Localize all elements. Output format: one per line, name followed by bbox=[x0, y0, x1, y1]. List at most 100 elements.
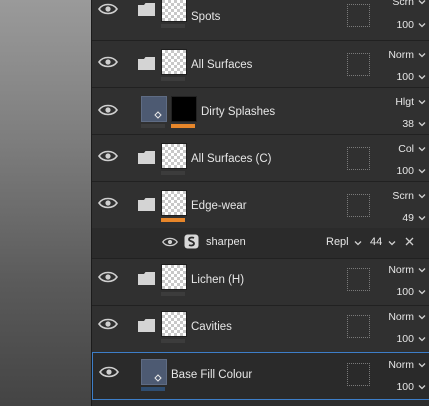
eye-icon[interactable] bbox=[98, 103, 118, 117]
mask-slot[interactable] bbox=[347, 194, 370, 217]
effect-opacity[interactable]: 44 bbox=[370, 236, 382, 248]
chevron-down-icon[interactable] bbox=[388, 239, 396, 247]
folder-icon bbox=[138, 57, 155, 70]
layer-name: Lichen (H) bbox=[191, 274, 245, 286]
opacity-dropdown[interactable]: 100 bbox=[374, 165, 426, 177]
mask-bar bbox=[161, 171, 185, 175]
fill-layer-thumbnail bbox=[141, 359, 167, 385]
mask-slot[interactable] bbox=[347, 363, 370, 386]
mask-slot[interactable] bbox=[347, 147, 370, 170]
chevron-down-icon bbox=[418, 53, 426, 58]
effect-row-sharpen[interactable]: sharpen Repl 44 bbox=[92, 228, 429, 259]
chevron-down-icon bbox=[418, 315, 426, 320]
layer-name: All Surfaces (C) bbox=[191, 153, 272, 165]
effect-name: sharpen bbox=[206, 236, 246, 248]
layer-bar bbox=[141, 124, 165, 128]
chevron-down-icon bbox=[418, 363, 426, 368]
folder-icon bbox=[138, 3, 155, 16]
layer-row-cavities[interactable]: Cavities Norm 100 bbox=[92, 306, 429, 353]
viewport-background bbox=[0, 0, 91, 406]
layer-name: Cavities bbox=[191, 321, 232, 333]
chevron-down-icon bbox=[418, 75, 426, 80]
blend-mode-dropdown[interactable]: Norm bbox=[374, 311, 426, 323]
mask-bar bbox=[161, 292, 185, 296]
mask-bar bbox=[161, 77, 185, 81]
layer-row-lichen-h[interactable]: Lichen (H) Norm 100 bbox=[92, 259, 429, 306]
mask-slot[interactable] bbox=[347, 4, 370, 27]
paint-bucket-icon bbox=[154, 374, 162, 382]
opacity-dropdown[interactable]: 100 bbox=[374, 19, 426, 31]
blend-mode-dropdown[interactable]: Norm bbox=[374, 49, 426, 61]
layer-row-all-surfaces[interactable]: All Surfaces Norm 100 bbox=[92, 41, 429, 88]
eye-icon[interactable] bbox=[98, 317, 118, 331]
chevron-down-icon bbox=[418, 169, 426, 174]
layer-name: Edge-wear bbox=[191, 200, 247, 212]
chevron-down-icon bbox=[418, 337, 426, 342]
folder-icon bbox=[138, 319, 155, 332]
mask-bar bbox=[161, 218, 185, 222]
mask-slot[interactable] bbox=[347, 53, 370, 76]
layer-name: All Surfaces bbox=[191, 59, 253, 71]
opacity-dropdown[interactable]: 100 bbox=[374, 381, 426, 393]
layer-thumbnail bbox=[161, 0, 187, 22]
mask-bar bbox=[161, 24, 185, 28]
paint-bucket-icon bbox=[154, 111, 162, 119]
mask-bar bbox=[161, 339, 185, 343]
mask-thumbnail bbox=[171, 96, 197, 122]
folder-icon bbox=[138, 272, 155, 285]
eye-icon[interactable] bbox=[98, 149, 118, 163]
eye-icon[interactable] bbox=[98, 2, 118, 16]
eye-icon[interactable] bbox=[98, 196, 118, 210]
layer-name: Dirty Splashes bbox=[201, 106, 276, 118]
mask-slot[interactable] bbox=[347, 315, 370, 338]
chevron-down-icon[interactable] bbox=[354, 239, 362, 247]
eye-icon[interactable] bbox=[98, 270, 118, 284]
layer-thumbnail bbox=[161, 49, 187, 75]
blend-mode-dropdown[interactable]: Norm bbox=[374, 264, 426, 276]
layer-thumbnail bbox=[161, 143, 187, 169]
layer-row-base-fill-colour[interactable]: Base Fill Colour Norm 100 bbox=[92, 352, 429, 400]
sharpen-icon bbox=[184, 234, 199, 249]
eye-icon[interactable] bbox=[98, 55, 118, 69]
layer-stack-panel: Spots Scrn 100 All Surfaces Norm 100 Dir… bbox=[91, 0, 429, 406]
chevron-down-icon bbox=[418, 216, 426, 221]
layer-name: Spots bbox=[191, 11, 221, 23]
eye-icon[interactable] bbox=[162, 236, 178, 248]
chevron-down-icon bbox=[418, 290, 426, 295]
layer-row-spots[interactable]: Spots Scrn 100 bbox=[92, 0, 429, 41]
chevron-down-icon bbox=[418, 268, 426, 273]
opacity-dropdown[interactable]: 38 bbox=[374, 118, 426, 130]
opacity-dropdown[interactable]: 49 bbox=[374, 212, 426, 224]
layer-thumbnail bbox=[161, 190, 187, 216]
blend-mode-dropdown[interactable]: Col bbox=[374, 143, 426, 155]
layer-thumbnail bbox=[161, 311, 187, 337]
layer-row-dirty-splashes[interactable]: Dirty Splashes Hlgt 38 bbox=[92, 88, 429, 135]
blend-mode-dropdown[interactable]: Norm bbox=[374, 359, 426, 371]
opacity-dropdown[interactable]: 100 bbox=[374, 71, 426, 83]
opacity-dropdown[interactable]: 100 bbox=[374, 333, 426, 345]
layer-bar bbox=[141, 387, 165, 391]
fill-layer-thumbnail bbox=[141, 96, 167, 122]
opacity-dropdown[interactable]: 100 bbox=[374, 286, 426, 298]
blend-mode-dropdown[interactable]: Hlgt bbox=[374, 96, 426, 108]
layer-name: Base Fill Colour bbox=[171, 369, 253, 381]
chevron-down-icon bbox=[418, 100, 426, 105]
close-icon[interactable] bbox=[405, 237, 414, 246]
layer-row-all-surfaces-c[interactable]: All Surfaces (C) Col 100 bbox=[92, 135, 429, 182]
layer-thumbnail bbox=[161, 264, 187, 290]
chevron-down-icon bbox=[418, 147, 426, 152]
effect-blend-mode[interactable]: Repl bbox=[326, 236, 349, 248]
folder-icon bbox=[138, 151, 155, 164]
chevron-down-icon bbox=[418, 23, 426, 28]
layer-row-edge-wear[interactable]: Edge-wear Scrn 49 bbox=[92, 182, 429, 229]
blend-mode-dropdown[interactable]: Scrn bbox=[374, 0, 426, 8]
folder-icon bbox=[138, 198, 155, 211]
chevron-down-icon bbox=[418, 194, 426, 199]
mask-slot[interactable] bbox=[347, 268, 370, 291]
chevron-down-icon bbox=[418, 122, 426, 127]
chevron-down-icon bbox=[418, 0, 426, 5]
mask-bar bbox=[171, 124, 195, 128]
chevron-down-icon bbox=[418, 385, 426, 390]
blend-mode-dropdown[interactable]: Scrn bbox=[374, 190, 426, 202]
eye-icon[interactable] bbox=[99, 365, 119, 379]
